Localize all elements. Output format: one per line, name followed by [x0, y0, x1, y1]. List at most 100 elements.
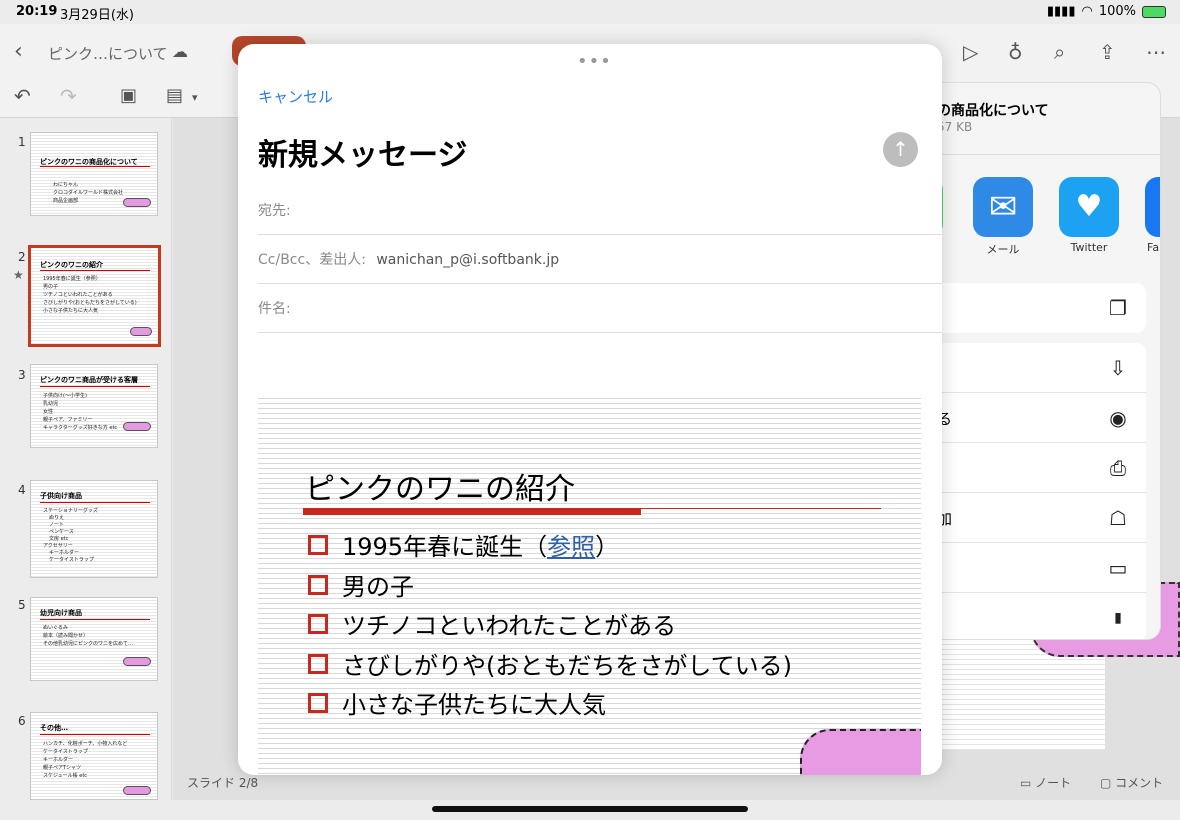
- facebook-icon: [1145, 177, 1160, 237]
- status-bar: 20:19 3月29日(水) ▮▮▮▮ ◠ 100%: [0, 0, 1180, 24]
- thumb-title: その他…: [40, 724, 68, 732]
- thumb-bullet: 親子ペアTシャツ: [43, 765, 82, 771]
- slide-thumbnail[interactable]: その他… ハンカチ、化粧ポーチ、小物入れなど ケータイストラップ キーホルダー …: [30, 712, 158, 800]
- share-app-twitter[interactable]: ♥ Twitter: [1059, 177, 1119, 254]
- sheet-grabber-icon[interactable]: •••: [577, 51, 612, 72]
- home-indicator[interactable]: [432, 806, 748, 812]
- thumb-bullet: わにちゃん: [53, 182, 79, 188]
- search-icon[interactable]: ⌕: [1054, 42, 1065, 62]
- share-file-size: 57 KB: [937, 120, 973, 134]
- share-action-bookmark[interactable]: ▮: [913, 593, 1146, 639]
- share-icon[interactable]: ⇪: [1099, 42, 1116, 62]
- lightbulb-icon[interactable]: ♁: [1008, 42, 1023, 62]
- thumb-bullet: ツチノコといわれたことがある: [43, 292, 113, 298]
- cc-bcc-from-field[interactable]: Cc/Bcc、差出人: wanichan_p@i.softbank.jp: [258, 235, 942, 284]
- slide-thumbnail[interactable]: ピンクのワニ商品が受ける客層 子供向け(～小学生) 乳幼児 女性 親子ペア、ファ…: [30, 364, 158, 448]
- comments-button[interactable]: ▢ コメント: [1100, 774, 1163, 791]
- share-app-label: Fa: [1147, 241, 1160, 254]
- thumb-rule: [40, 734, 150, 735]
- compose-title: 新規メッセージ: [258, 138, 468, 173]
- back-chevron-icon[interactable]: ‹: [14, 41, 23, 63]
- notes-button[interactable]: ▭ ノート: [1020, 774, 1071, 791]
- layout-icon[interactable]: ▤: [166, 86, 183, 106]
- thumb-bullet: ケータイストラップ: [43, 749, 88, 755]
- share-app-mail[interactable]: ✉ メール: [973, 177, 1033, 257]
- chevron-down-icon[interactable]: ▾: [192, 88, 198, 108]
- share-action-contact-add[interactable]: 加 ☖: [913, 493, 1146, 543]
- slide-thumbnail[interactable]: 幼児向け商品 ぬいぐるみ 絵本（読み聞かせ） その他乳幼児にピンクのワニを広めて…: [30, 597, 158, 681]
- slide-number: 2: [18, 250, 26, 264]
- slide-thumbnail-panel: 1 ピンクのワニの商品化について わにちゃん クロコダイルワールド株式会社 商品…: [0, 118, 172, 800]
- share-action-save[interactable]: ⇩: [913, 343, 1146, 393]
- attachment-slide-preview[interactable]: ピンクのワニの紹介 1995年春に誕生（ 参照） 男の子 ツチノコといわれたことが…: [258, 394, 921, 775]
- share-action-copy[interactable]: ❐: [913, 283, 1146, 333]
- bullet-text-suffix: ）: [595, 533, 620, 561]
- status-time: 20:19: [16, 4, 58, 19]
- slide-thumbnail[interactable]: ピンクのワニの商品化について わにちゃん クロコダイルワールド株式会社 商品企画…: [30, 132, 158, 216]
- mail-compose-sheet: ••• キャンセル 新規メッセージ ↑ 宛先: Cc/Bcc、差出人: wani…: [238, 44, 942, 775]
- arrow-up-icon: ↑: [892, 137, 909, 161]
- bullet-text: 小さな子供たちに大人気: [342, 691, 606, 719]
- share-app-facebook[interactable]: Fa: [1145, 177, 1160, 254]
- comment-icon: ▢: [1100, 776, 1116, 790]
- person-circle-icon: ◉: [1109, 406, 1127, 430]
- share-action-folder[interactable]: ▭: [913, 543, 1146, 593]
- thumb-bullet: その他乳幼児にピンクのワニを広めて…: [43, 641, 134, 647]
- cancel-button[interactable]: キャンセル: [258, 86, 333, 107]
- thumb-title: 子供向け商品: [40, 492, 82, 500]
- share-action-person[interactable]: る ◉: [913, 393, 1146, 443]
- bookmark-icon: ▮: [1114, 610, 1122, 626]
- slide-thumbnail-selected[interactable]: ピンクのワニの紹介 1995年春に誕生（参照） 男の子 ツチノコといわれたことが…: [28, 245, 161, 347]
- thumb-bullet: ケータイストラップ: [49, 557, 94, 563]
- slide-number: 6: [18, 714, 26, 728]
- checkbox-bullet-icon: [308, 574, 328, 595]
- cloud-sync-icon[interactable]: ☁: [172, 42, 188, 62]
- slide-thumbnail[interactable]: 子供向け商品 ステーショナリーグッズ ぬりえ ノート ペンケース 文房 etc …: [30, 480, 158, 578]
- preview-bullet: 小さな子供たちに大人気: [308, 685, 606, 720]
- undo-icon[interactable]: ↶: [14, 86, 31, 106]
- thumb-bullet: 乳幼児: [43, 401, 59, 407]
- slide-number: 1: [18, 135, 26, 149]
- print-icon: ⎙: [1110, 456, 1126, 480]
- new-slide-icon[interactable]: ▣: [120, 86, 137, 106]
- share-action-group: ⇩ る ◉ ⎙ 加 ☖ ▭ ▮: [913, 343, 1146, 639]
- crocodile-illustration: [130, 327, 152, 336]
- send-button[interactable]: ↑: [883, 132, 918, 167]
- document-title[interactable]: ピンク…について: [48, 43, 168, 64]
- thumb-rule: [40, 386, 150, 387]
- twitter-bird-icon: ♥: [1059, 177, 1119, 237]
- thumb-bullet: アクセサリー: [43, 543, 73, 549]
- to-field[interactable]: 宛先:: [258, 186, 942, 235]
- wifi-icon: ◠: [1081, 4, 1093, 19]
- bullet-text: 男の子: [342, 573, 414, 601]
- thumb-bullet: ステーショナリーグッズ: [43, 508, 98, 514]
- crocodile-illustration: [800, 729, 921, 775]
- thumb-title: ピンクのワニの紹介: [40, 261, 103, 269]
- thumb-bullet: 商品企画部: [53, 198, 79, 204]
- thumb-rule: [40, 270, 150, 271]
- thumb-bullet: キーホルダー: [49, 550, 80, 556]
- redo-icon[interactable]: ↷: [60, 86, 77, 106]
- thumb-rule: [40, 619, 150, 620]
- thumb-bullet: 1995年春に誕生（参照）: [43, 276, 101, 282]
- thumb-bullet: 親子ペア、ファミリー: [43, 417, 93, 423]
- crocodile-illustration: [123, 422, 151, 431]
- share-action-print[interactable]: ⎙: [913, 443, 1146, 493]
- thumb-bullet: キャラクターグッズ好きな方 etc: [43, 425, 118, 431]
- bullet-text: 1995年春に誕生（: [342, 533, 548, 561]
- save-icon: ⇩: [1109, 356, 1127, 380]
- subject-label: 件名:: [258, 301, 291, 317]
- star-icon: ★: [13, 268, 24, 282]
- folder-icon: ▭: [1108, 556, 1128, 580]
- slide-number: 5: [18, 598, 26, 612]
- more-icon[interactable]: ⋯: [1146, 42, 1166, 62]
- preview-bullet: 男の子: [308, 567, 414, 602]
- preview-bullet: さびしがりや(おともだちをさがしている): [308, 646, 792, 681]
- share-file-title: の商品化について: [937, 103, 1049, 119]
- play-icon[interactable]: ▷: [963, 42, 978, 62]
- checkbox-bullet-icon: [308, 534, 328, 555]
- checkbox-bullet-icon: [308, 613, 328, 634]
- share-app-label: メール: [986, 243, 1020, 256]
- subject-field[interactable]: 件名:: [258, 284, 942, 333]
- reference-link[interactable]: 参照: [547, 527, 595, 562]
